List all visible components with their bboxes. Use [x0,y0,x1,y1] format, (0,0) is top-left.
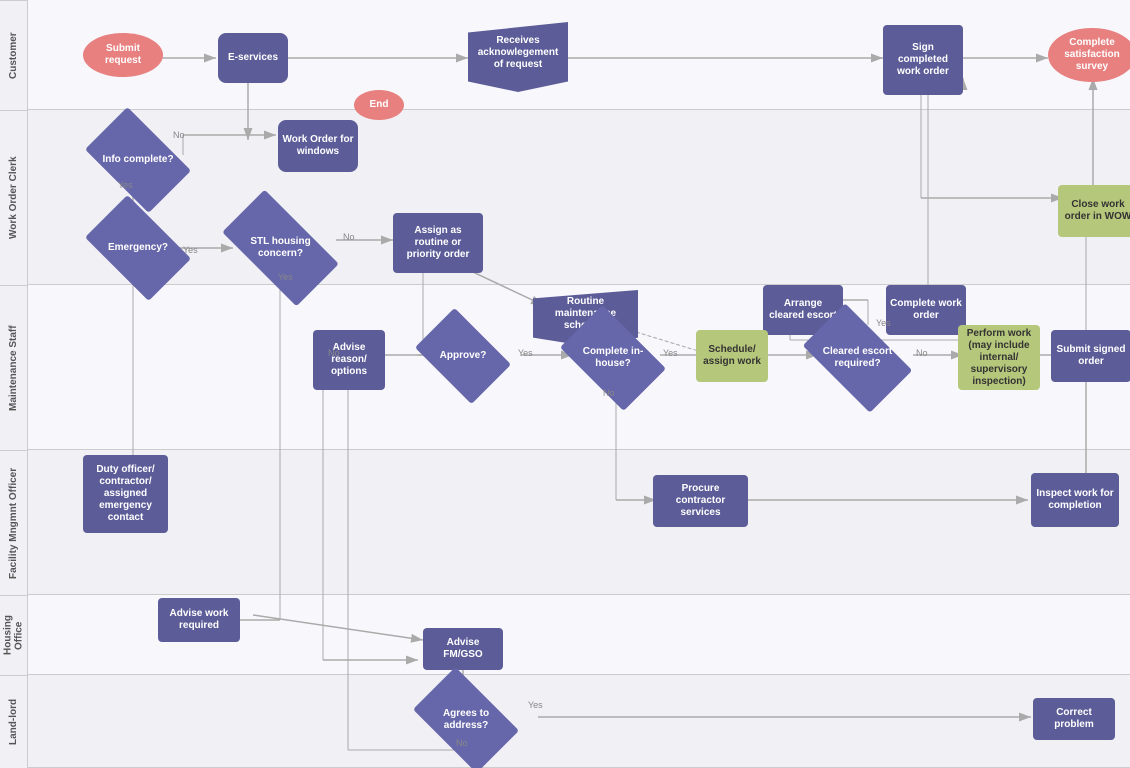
main-container: Customer Work Order Clerk Maintenance St… [0,0,1130,768]
label-yes-info: Yes [118,180,133,190]
submit-signed: Submit signed order [1051,330,1130,382]
sign-completed: Sign completed work order [883,25,963,95]
label-no-agrees: No [456,738,468,748]
receives-ack: Receives acknowlegement of request [468,22,568,92]
advise-reason: Advise reason/ options [313,330,385,390]
diagram: Submit request E-services Receives ackno… [28,0,1130,768]
assign-routine: Assign as routine or priority order [393,213,483,273]
emergency: Emergency? [93,218,183,278]
lane-bg-landlord [28,675,1130,768]
label-no-inhouse: No [603,388,615,398]
lanes-labels: Customer Work Order Clerk Maintenance St… [0,0,28,768]
close-work-wow: Close work order in WOW [1058,185,1130,237]
duty-officer: Duty officer/ contractor/ assigned emerg… [83,455,168,533]
complete-inhouse: Complete in-house? [568,328,658,388]
label-no-info: No [173,130,185,140]
schedule-work: Schedule/ assign work [696,330,768,382]
label-no-approve: No [328,348,340,358]
label-no-stl: No [343,232,355,242]
complete-survey: Complete satisfaction survey [1048,28,1130,82]
label-yes-agrees: Yes [528,700,543,710]
perform-work: Perform work (may include internal/ supe… [958,325,1040,390]
advise-fmgso: Advise FM/GSO [423,628,503,670]
approve: Approve? [423,328,503,384]
work-order-windows: Work Order for windows [278,120,358,172]
label-yes-escort: Yes [876,318,891,328]
inspect-work: Inspect work for completion [1031,473,1119,527]
lane-label-customer: Customer [0,0,27,110]
end: End [354,90,404,120]
label-yes-approve: Yes [518,348,533,358]
lane-label-landlord: Land-lord [0,675,27,768]
label-yes-stl: Yes [278,272,293,282]
lane-bg-clerk [28,110,1130,285]
cleared-escort: Cleared escort required? [810,328,905,388]
lane-bg-customer [28,0,1130,110]
lane-label-maintenance: Maintenance Staff [0,285,27,450]
procure-contractor: Procure contractor services [653,475,748,527]
info-complete: Info complete? [93,130,183,190]
e-services: E-services [218,33,288,83]
lane-label-clerk: Work Order Clerk [0,110,27,285]
submit-request: Submit request [83,33,163,77]
label-yes-inhouse: Yes [663,348,678,358]
correct-problem: Correct problem [1033,698,1115,740]
lane-label-housing: Housing Office [0,595,27,675]
label-no-escort: No [916,348,928,358]
label-yes-emergency: Yes [183,245,198,255]
lane-bg-facility [28,450,1130,595]
advise-work: Advise work required [158,598,240,642]
lane-label-facility: Facility Mngmnt Officer [0,450,27,595]
stl-housing: STL housing concern? [228,218,333,278]
